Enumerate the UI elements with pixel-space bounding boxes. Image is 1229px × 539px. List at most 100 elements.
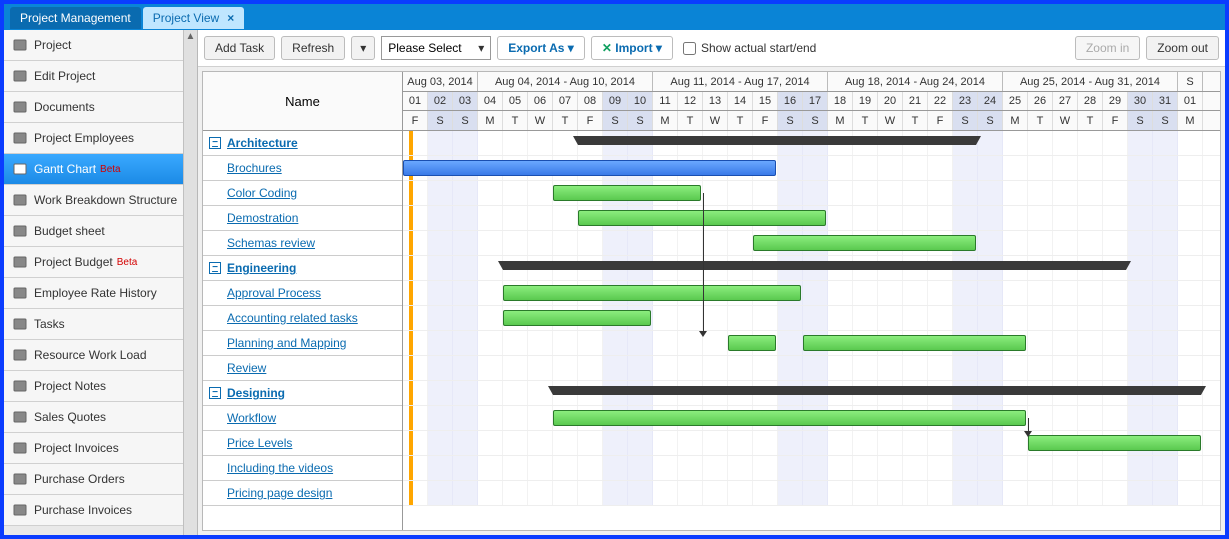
chart-row (403, 231, 1220, 256)
group-row[interactable]: −Designing (203, 381, 402, 406)
task-bar[interactable] (503, 310, 651, 326)
row-label: Including the videos (227, 461, 333, 475)
name-column-header: Name (203, 72, 402, 131)
day-letter: T (553, 111, 578, 130)
task-bar[interactable] (553, 185, 701, 201)
day-number: 10 (628, 92, 653, 110)
task-bar[interactable] (1028, 435, 1201, 451)
day-letter: F (753, 111, 778, 130)
row-label: Brochures (227, 161, 282, 175)
sidebar-item-sales-quotes[interactable]: Sales Quotes (4, 402, 197, 433)
add-task-button[interactable]: Add Task (204, 36, 275, 60)
sidebar-item-edit-project[interactable]: Edit Project (4, 61, 197, 92)
task-row[interactable]: Including the videos (203, 456, 402, 481)
sidebar-item-purchase-invoices[interactable]: Purchase Invoices (4, 495, 197, 526)
sidebar-item-work-breakdown-structure[interactable]: Work Breakdown Structure (4, 185, 197, 216)
summary-bar[interactable] (578, 136, 976, 145)
chart-row (403, 381, 1220, 406)
day-number: 21 (903, 92, 928, 110)
task-row[interactable]: Approval Process (203, 281, 402, 306)
day-number: 27 (1053, 92, 1078, 110)
task-row[interactable]: Workflow (203, 406, 402, 431)
task-bar[interactable] (553, 410, 1026, 426)
zoom-out-button[interactable]: Zoom out (1146, 36, 1219, 60)
day-number: 16 (778, 92, 803, 110)
day-letter: M (828, 111, 853, 130)
gantt-chart[interactable]: Aug 03, 2014Aug 04, 2014 - Aug 10, 2014A… (403, 72, 1220, 530)
day-number: 18 (828, 92, 853, 110)
sidebar-item-project-employees[interactable]: Project Employees (4, 123, 197, 154)
row-label: Price Levels (227, 436, 292, 450)
task-row[interactable]: Schemas review (203, 231, 402, 256)
refresh-button[interactable]: Refresh (281, 36, 345, 60)
day-number: 11 (653, 92, 678, 110)
chart-row (403, 456, 1220, 481)
dependency-arrow-icon (699, 331, 707, 337)
show-actual-checkbox[interactable]: Show actual start/end (683, 41, 816, 55)
tab-project-management[interactable]: Project Management (10, 7, 141, 29)
task-bar[interactable] (578, 210, 826, 226)
sidebar-item-resource-work-load[interactable]: Resource Work Load (4, 340, 197, 371)
week-header: Aug 04, 2014 - Aug 10, 2014 (478, 72, 653, 91)
sidebar-item-label: Sales Quotes (34, 410, 106, 424)
sidebar-item-budget-sheet[interactable]: Budget sheet (4, 216, 197, 247)
task-bar[interactable] (753, 235, 976, 251)
scroll-up-icon[interactable]: ▲ (184, 30, 197, 44)
filter-button[interactable]: ▾ (351, 36, 375, 60)
task-bar[interactable] (803, 335, 1026, 351)
sidebar-item-project[interactable]: Project (4, 30, 197, 61)
day-letter: T (1078, 111, 1103, 130)
collapse-icon[interactable]: − (209, 262, 221, 274)
task-row[interactable]: Brochures (203, 156, 402, 181)
task-row[interactable]: Pricing page design (203, 481, 402, 506)
sidebar-item-tasks[interactable]: Tasks (4, 309, 197, 340)
group-row[interactable]: −Engineering (203, 256, 402, 281)
sheet-icon (12, 223, 28, 239)
row-label: Demostration (227, 211, 298, 225)
task-row[interactable]: Review (203, 356, 402, 381)
week-header: Aug 18, 2014 - Aug 24, 2014 (828, 72, 1003, 91)
task-bar[interactable] (403, 160, 776, 176)
collapse-icon[interactable]: − (209, 387, 221, 399)
tab-project-view[interactable]: Project View× (143, 7, 245, 29)
import-button[interactable]: ✕ Import ▾ (591, 36, 673, 60)
task-row[interactable]: Color Coding (203, 181, 402, 206)
summary-bar[interactable] (503, 261, 1126, 270)
task-bar[interactable] (503, 285, 801, 301)
sidebar-scrollbar[interactable]: ▲ (183, 30, 197, 535)
row-label: Architecture (227, 136, 298, 150)
day-letter: W (1053, 111, 1078, 130)
row-label: Color Coding (227, 186, 297, 200)
sidebar: Project Edit Project DocumentsProject Empl… (4, 30, 198, 535)
load-icon (12, 347, 28, 363)
close-icon[interactable]: × (227, 11, 234, 25)
summary-bar[interactable] (553, 386, 1201, 395)
sidebar-item-label: Edit Project (34, 69, 95, 83)
sidebar-item-label: Budget sheet (34, 224, 105, 238)
day-number: 02 (428, 92, 453, 110)
sidebar-item-project-budget[interactable]: Project BudgetBeta (4, 247, 197, 278)
task-row[interactable]: Accounting related tasks (203, 306, 402, 331)
sidebar-item-label: Purchase Invoices (34, 503, 132, 517)
sidebar-item-project-notes[interactable]: Project Notes (4, 371, 197, 402)
chart-row (403, 131, 1220, 156)
group-row[interactable]: −Architecture (203, 131, 402, 156)
task-row[interactable]: Demostration (203, 206, 402, 231)
show-actual-input[interactable] (683, 42, 696, 55)
sidebar-item-gantt-chart[interactable]: Gantt ChartBeta (4, 154, 197, 185)
task-row[interactable]: Planning and Mapping (203, 331, 402, 356)
sidebar-item-project-invoices[interactable]: Project Invoices (4, 433, 197, 464)
day-letter: T (503, 111, 528, 130)
sidebar-item-purchase-orders[interactable]: Purchase Orders (4, 464, 197, 495)
sidebar-item-documents[interactable]: Documents (4, 92, 197, 123)
task-bar[interactable] (728, 335, 776, 351)
task-row[interactable]: Price Levels (203, 431, 402, 456)
sidebar-item-employee-rate-history[interactable]: Employee Rate History (4, 278, 197, 309)
day-letter: T (1028, 111, 1053, 130)
sidebar-item-label: Employee Rate History (34, 286, 157, 300)
collapse-icon[interactable]: − (209, 137, 221, 149)
select-dropdown[interactable]: Please Select (381, 36, 491, 60)
export-button[interactable]: Export As ▾ (497, 36, 585, 60)
day-letter: S (603, 111, 628, 130)
zoom-in-button[interactable]: Zoom in (1075, 36, 1140, 60)
